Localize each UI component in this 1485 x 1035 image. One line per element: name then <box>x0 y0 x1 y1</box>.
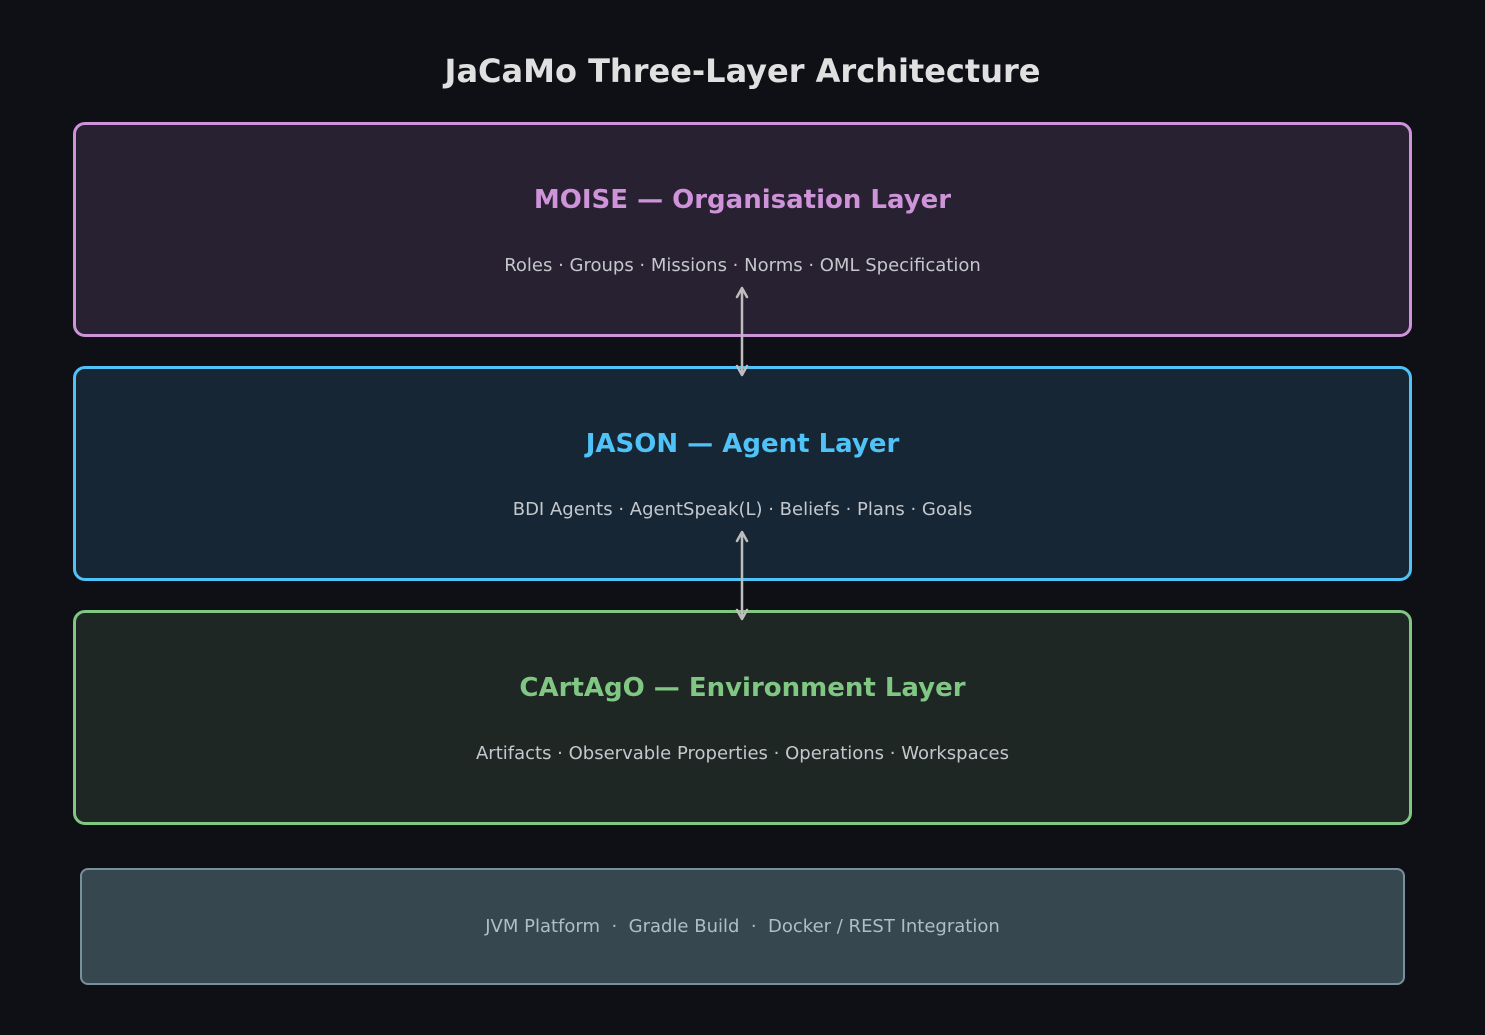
moise-layer-box: MOISE — Organisation Layer Roles · Group… <box>73 122 1412 337</box>
jason-layer-box: JASON — Agent Layer BDI Agents · AgentSp… <box>73 366 1412 581</box>
moise-layer-subtitle: Roles · Groups · Missions · Norms · OML … <box>504 255 981 276</box>
diagram-title: JaCaMo Three-Layer Architecture <box>444 52 1041 90</box>
cartago-layer-title: CArtAgO — Environment Layer <box>519 673 966 703</box>
jason-layer-subtitle: BDI Agents · AgentSpeak(L) · Beliefs · P… <box>512 499 973 520</box>
platform-text: JVM Platform · Gradle Build · Docker / R… <box>485 916 1000 937</box>
moise-layer-title: MOISE — Organisation Layer <box>533 185 952 215</box>
jason-layer-title: JASON — Agent Layer <box>585 429 900 459</box>
platform-box: JVM Platform · Gradle Build · Docker / R… <box>80 868 1405 985</box>
cartago-layer-subtitle: Artifacts · Observable Properties · Oper… <box>475 743 1009 764</box>
cartago-layer-box: CArtAgO — Environment Layer Artifacts · … <box>73 610 1412 825</box>
